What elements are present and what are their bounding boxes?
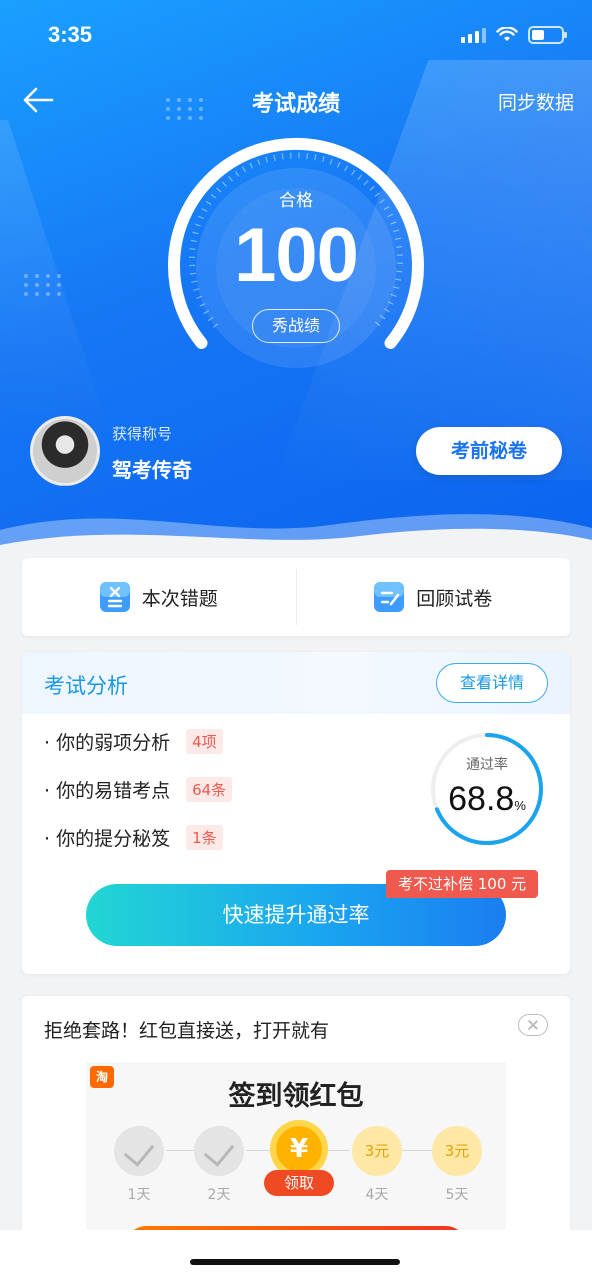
red-packet-card: 拒绝套路！红包直接送，打开就有 淘 签到领红包 1天 2天 ¥ 领取 3元 4天…	[22, 996, 570, 1246]
analysis-title: 考试分析	[44, 674, 128, 698]
day-4: 3元 4天	[352, 1126, 402, 1204]
day-5: 3元 5天	[432, 1126, 482, 1204]
compensation-badge: 考不过补偿 100 元	[386, 870, 539, 898]
pass-rate-label: 通过率	[466, 757, 508, 773]
tips-badge: 1条	[186, 825, 223, 850]
review-paper-button[interactable]: 回顾试卷	[297, 558, 571, 636]
day-3-today[interactable]: ¥ 领取	[264, 1120, 334, 1196]
error-prone-item[interactable]: · 你的易错考点 64条	[44, 776, 233, 803]
score-level: 合格	[279, 191, 313, 211]
nav-bar: 考试成绩 同步数据	[0, 76, 592, 126]
status-bar: 3:35	[0, 0, 592, 70]
weakness-text: · 你的弱项分析	[44, 732, 171, 754]
tips-text: · 你的提分秘笈	[44, 828, 171, 850]
claim-button[interactable]: 领取	[264, 1170, 334, 1196]
wrong-questions-icon	[99, 582, 130, 612]
error-prone-badge: 64条	[186, 777, 233, 802]
sync-data-button[interactable]: 同步数据	[498, 88, 574, 115]
close-icon[interactable]	[518, 1014, 548, 1036]
wifi-icon	[496, 27, 518, 41]
pass-rate-number: 68.8	[448, 780, 515, 818]
day-reward: 3元	[352, 1126, 402, 1176]
day-label: 1天	[127, 1187, 151, 1203]
weakness-item[interactable]: · 你的弱项分析 4项	[44, 728, 223, 755]
check-icon	[114, 1126, 164, 1176]
view-details-button[interactable]: 查看详情	[436, 663, 548, 703]
day-label: 4天	[365, 1187, 389, 1203]
red-packet-text: 拒绝套路！红包直接送，打开就有	[44, 1020, 330, 1042]
title-name: 驾考传奇	[112, 458, 192, 482]
title-label: 获得称号	[112, 425, 173, 443]
connector	[166, 1150, 196, 1151]
pass-rate-unit: %	[514, 798, 526, 813]
sign-in-banner[interactable]: 淘 签到领红包 1天 2天 ¥ 领取 3元 4天 3元 5天	[86, 1062, 506, 1246]
pass-rate-value: 68.8%	[428, 780, 546, 819]
home-indicator[interactable]	[190, 1259, 400, 1265]
day-label: 5天	[445, 1187, 469, 1203]
status-time: 3:35	[48, 22, 93, 47]
wrong-questions-label: 本次错题	[141, 587, 218, 610]
signal-icon	[461, 27, 486, 43]
hero-wave	[0, 514, 592, 560]
secret-paper-button[interactable]: 考前秘卷	[416, 427, 562, 475]
weakness-badge: 4项	[186, 729, 223, 754]
avatar[interactable]	[30, 416, 100, 486]
score-value: 100	[234, 213, 359, 298]
connector	[402, 1150, 432, 1151]
home-area	[0, 1230, 592, 1280]
battery-icon	[528, 26, 567, 44]
review-paper-label: 回顾试卷	[416, 587, 493, 610]
tips-item[interactable]: · 你的提分秘笈 1条	[44, 824, 223, 851]
quick-actions-card: 本次错题 回顾试卷	[22, 558, 570, 636]
wrong-questions-button[interactable]: 本次错题	[22, 558, 296, 636]
review-paper-icon	[374, 582, 405, 612]
day-reward: 3元	[432, 1126, 482, 1176]
banner-title: 签到领红包	[228, 1081, 364, 1112]
day-2: 2天	[194, 1126, 244, 1204]
day-1: 1天	[114, 1126, 164, 1204]
check-icon	[194, 1126, 244, 1176]
share-score-button[interactable]: 秀战绩	[252, 309, 340, 343]
analysis-card: 考试分析 查看详情 · 你的弱项分析 4项 · 你的易错考点 64条 · 你的提…	[22, 652, 570, 974]
error-prone-text: · 你的易错考点	[44, 780, 171, 802]
day-label: 2天	[207, 1187, 231, 1203]
